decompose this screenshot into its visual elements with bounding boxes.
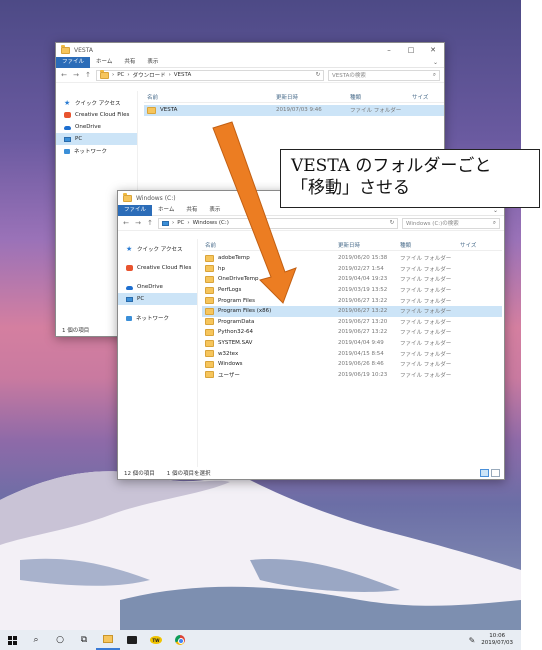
task-view-button[interactable]: ⧉ xyxy=(72,630,96,650)
chrome-icon xyxy=(175,635,185,645)
move-arrow-annotation xyxy=(212,121,297,304)
callout-line-1: VESTA のフォルダーごと xyxy=(291,156,492,176)
search-button[interactable]: ⌕ xyxy=(24,630,48,650)
start-button[interactable] xyxy=(0,630,24,650)
folder-icon xyxy=(103,635,113,643)
tw-app-icon: TW xyxy=(150,636,162,644)
store-icon xyxy=(127,636,137,644)
clock-time: 10:06 xyxy=(489,633,506,639)
pen-icon[interactable]: ✎ xyxy=(469,636,476,645)
windows-logo-icon xyxy=(7,635,17,645)
clock[interactable]: 10:06 2019/07/03 xyxy=(481,633,513,647)
cortana-button[interactable]: ○ xyxy=(48,630,72,650)
circle-icon: ○ xyxy=(56,635,64,645)
clock-date: 2019/07/03 xyxy=(481,640,513,646)
callout-line-2: 「移動」させる xyxy=(291,178,410,198)
instruction-callout: VESTA のフォルダーごと 「移動」させる xyxy=(280,149,540,208)
taskbar-file-explorer[interactable] xyxy=(96,630,120,650)
taskbar: ⌕ ○ ⧉ TW ✎ 10:06 2019/07/03 xyxy=(0,630,521,650)
search-icon: ⌕ xyxy=(33,635,39,645)
taskbar-chrome[interactable] xyxy=(168,630,192,650)
taskbar-store[interactable] xyxy=(120,630,144,650)
task-view-icon: ⧉ xyxy=(80,635,88,645)
taskbar-tw[interactable]: TW xyxy=(144,630,168,650)
desktop: VESTA – □ ✕ ファイル ホーム 共有 表示 ⌄ ← → ↑ › PC … xyxy=(0,0,521,630)
